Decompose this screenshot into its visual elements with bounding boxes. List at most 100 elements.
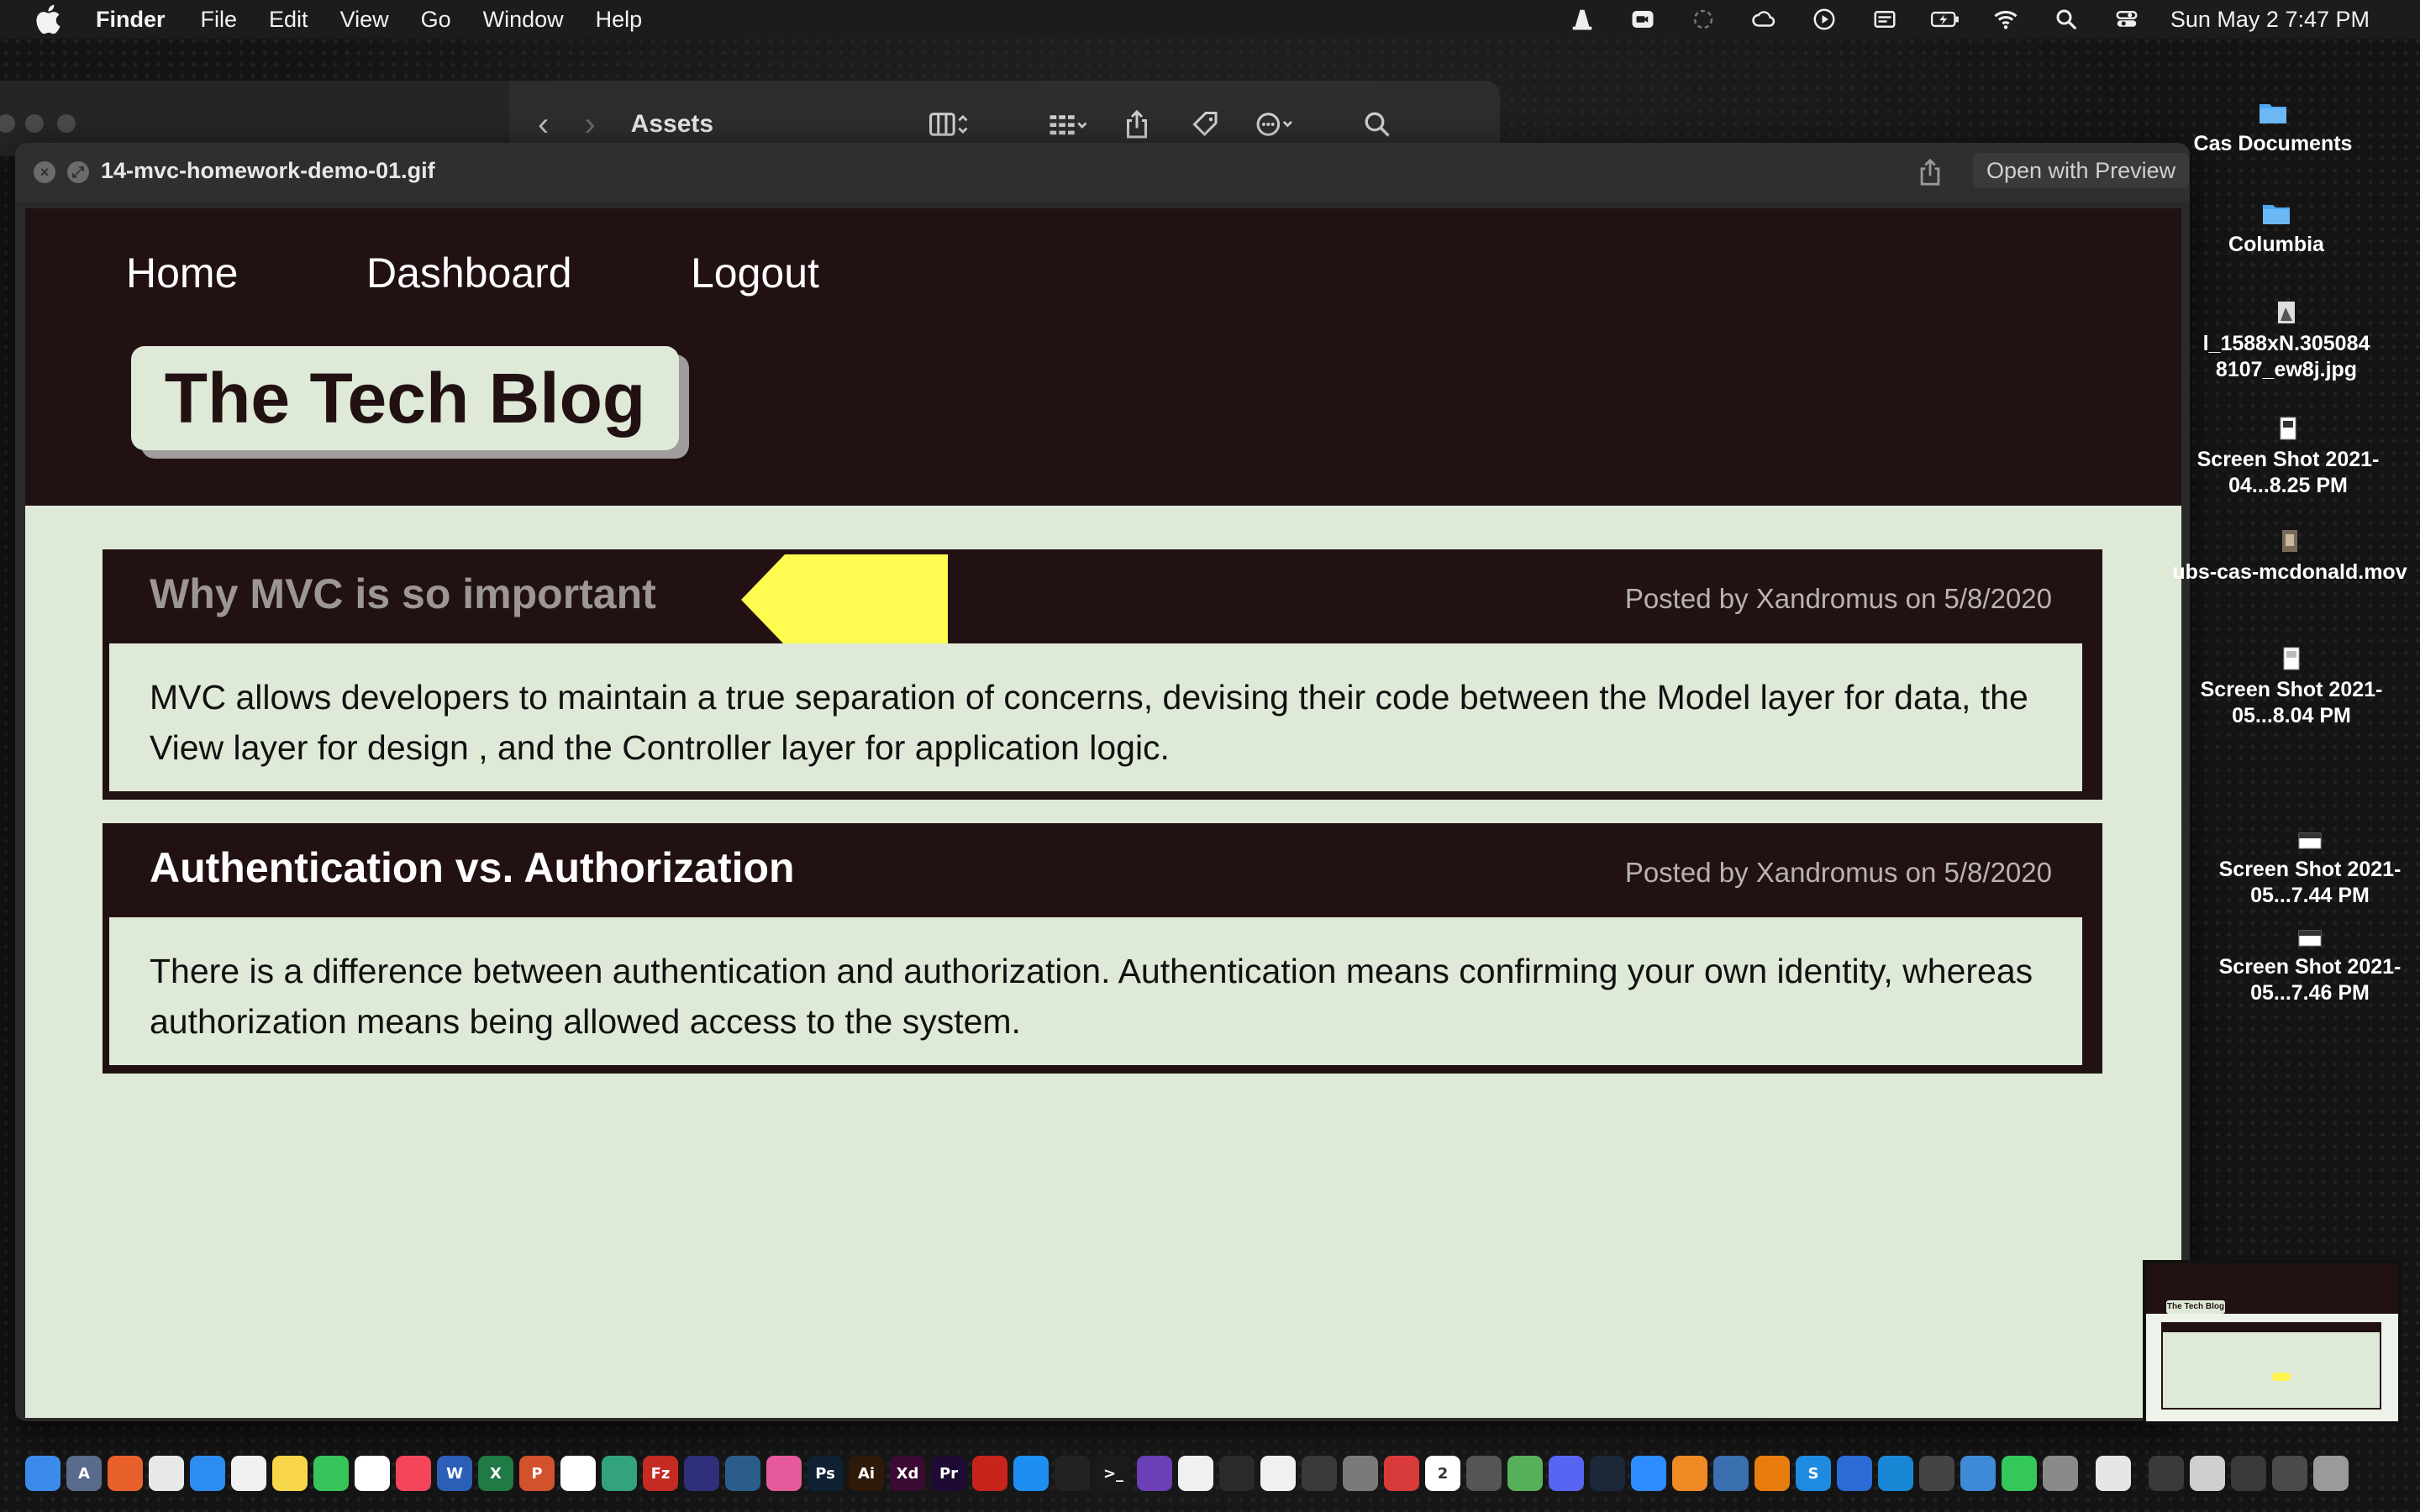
cc-cleaner-icon[interactable] — [1837, 1456, 1872, 1491]
apple-logo-icon[interactable] — [34, 4, 62, 34]
open-with-preview-button[interactable]: Open with Preview — [1973, 153, 2190, 188]
app-store-icon[interactable] — [1013, 1456, 1049, 1491]
trash-icon[interactable] — [2313, 1456, 2349, 1491]
textedit-icon[interactable] — [2096, 1456, 2131, 1491]
desktop-item-screenshot[interactable]: Screen Shot 2021-05...7.46 PM — [2188, 929, 2420, 1006]
menu-go[interactable]: Go — [421, 7, 451, 33]
battery-charging-icon[interactable] — [1928, 7, 1962, 32]
creative-cloud-icon[interactable] — [1747, 7, 1781, 32]
wifi-icon[interactable] — [1989, 7, 2023, 32]
menu-clock[interactable]: Sun May 2 7:47 PM — [2170, 7, 2370, 33]
chrome-icon[interactable] — [149, 1456, 184, 1491]
acrobat-icon[interactable] — [972, 1456, 1007, 1491]
excel-icon[interactable]: X — [478, 1456, 513, 1491]
maps-icon[interactable] — [1507, 1456, 1543, 1491]
recent-window-3-icon[interactable] — [2231, 1456, 2266, 1491]
illustrator-icon[interactable]: Ai — [849, 1456, 884, 1491]
skype-icon[interactable]: S — [1796, 1456, 1831, 1491]
figma-icon[interactable] — [1219, 1456, 1255, 1491]
calendar-icon[interactable]: 2 — [1425, 1456, 1460, 1491]
share-icon[interactable] — [1916, 158, 1944, 186]
news-icon[interactable] — [231, 1456, 266, 1491]
menu-window[interactable]: Window — [483, 7, 564, 33]
fullscreen-icon[interactable]: ⤢ — [67, 161, 89, 183]
column-view-icon[interactable] — [923, 108, 974, 141]
chevron-left-icon[interactable]: ‹ — [538, 106, 549, 144]
control-center-icon[interactable] — [2110, 7, 2144, 32]
more-actions-icon[interactable] — [1249, 108, 1300, 141]
slack-icon[interactable] — [355, 1456, 390, 1491]
creative-cloud-sync-icon[interactable] — [1686, 7, 1720, 32]
discord-icon[interactable] — [1549, 1456, 1584, 1491]
finder-icon[interactable] — [25, 1456, 60, 1491]
desktop-item-columbia[interactable]: Columbia — [2154, 202, 2398, 258]
close-icon[interactable]: × — [34, 161, 55, 183]
recent-window-1-icon[interactable] — [2149, 1456, 2184, 1491]
xd-icon[interactable]: Xd — [890, 1456, 925, 1491]
blender-icon[interactable] — [1754, 1456, 1790, 1491]
screenshot-thumbnail-preview[interactable]: The Tech Blog — [2143, 1260, 2402, 1425]
chatgpt-icon[interactable] — [602, 1456, 637, 1491]
messages-icon[interactable] — [313, 1456, 349, 1491]
vlc-cone-icon[interactable] — [1565, 7, 1599, 32]
menu-view[interactable]: View — [340, 7, 389, 33]
music-icon[interactable] — [396, 1456, 431, 1491]
chevron-right-icon[interactable]: › — [584, 106, 595, 144]
menu-help[interactable]: Help — [596, 7, 643, 33]
desktop-item-screenshot[interactable]: Screen Shot 2021-05...7.44 PM — [2188, 832, 2420, 909]
arc-icon[interactable] — [766, 1456, 802, 1491]
vlc-icon[interactable] — [1672, 1456, 1707, 1491]
desktop-item-cas-documents[interactable]: Cas Documents — [2151, 101, 2395, 157]
terminal-icon[interactable]: >_ — [1096, 1456, 1131, 1491]
preview-icon[interactable] — [2043, 1456, 2078, 1491]
zoom-icon[interactable] — [1631, 1456, 1666, 1491]
recent-window-4-icon[interactable] — [2272, 1456, 2307, 1491]
group-by-icon[interactable] — [1043, 108, 1093, 141]
desktop-item-image[interactable]: l_1588xN.305084 8107_ew8j.jpg — [2165, 301, 2408, 383]
word-icon[interactable]: W — [437, 1456, 472, 1491]
marble-icon[interactable] — [684, 1456, 719, 1491]
tag-icon[interactable] — [1181, 108, 1231, 141]
mysql-workbench-icon[interactable] — [725, 1456, 760, 1491]
desktop-item-video[interactable]: ubs-cas-mcdonald.mov — [2168, 529, 2412, 585]
unity-icon[interactable] — [1260, 1456, 1296, 1491]
firefox-icon[interactable] — [108, 1456, 143, 1491]
spotlight-search-icon[interactable] — [2049, 7, 2083, 32]
safari-icon[interactable] — [190, 1456, 225, 1491]
system-preferences-icon[interactable] — [1343, 1456, 1378, 1491]
search-icon[interactable] — [1352, 108, 1402, 141]
window-zoom-button[interactable] — [57, 114, 76, 133]
photos-icon[interactable] — [1178, 1456, 1213, 1491]
play-circle-icon[interactable] — [1807, 7, 1841, 32]
menu-edit[interactable]: Edit — [269, 7, 308, 33]
nav-logout-link[interactable]: Logout — [691, 249, 819, 297]
powerpoint-icon[interactable]: P — [519, 1456, 555, 1491]
menu-file[interactable]: File — [201, 7, 238, 33]
keyboard-input-icon[interactable] — [1868, 7, 1902, 32]
desktop-folder-icon[interactable] — [1960, 1456, 1996, 1491]
toolbox-icon[interactable] — [1384, 1456, 1419, 1491]
tableau-icon[interactable] — [560, 1456, 596, 1491]
menu-app-finder[interactable]: Finder — [96, 7, 166, 33]
premiere-icon[interactable]: Pr — [931, 1456, 966, 1491]
launchpad-icon[interactable]: A — [66, 1456, 102, 1491]
chess-icon[interactable] — [1302, 1456, 1337, 1491]
photoshop-icon[interactable]: Ps — [808, 1456, 843, 1491]
nav-home-link[interactable]: Home — [126, 249, 238, 297]
window-minimize-button[interactable] — [25, 114, 44, 133]
post-title[interactable]: Why MVC is so important — [150, 570, 656, 618]
video-recorder-icon[interactable] — [1919, 1456, 1954, 1491]
share-icon[interactable] — [1112, 108, 1162, 141]
post-card[interactable]: Why MVC is so important Posted by Xandro… — [103, 549, 2102, 800]
blog-brand[interactable]: The Tech Blog — [131, 346, 679, 450]
visual-studio-icon[interactable] — [1137, 1456, 1172, 1491]
post-card[interactable]: Authentication vs. Authorization Posted … — [103, 823, 2102, 1074]
calculator-icon[interactable] — [1466, 1456, 1502, 1491]
zoom-video-icon[interactable] — [1626, 7, 1660, 32]
desktop-item-screenshot[interactable]: Screen Shot 2021-04...8.25 PM — [2166, 417, 2410, 499]
quicktime-icon[interactable] — [1713, 1456, 1749, 1491]
facetime-icon[interactable] — [2002, 1456, 2037, 1491]
post-title[interactable]: Authentication vs. Authorization — [150, 843, 795, 892]
nav-dashboard-link[interactable]: Dashboard — [366, 249, 572, 297]
activity-monitor-icon[interactable] — [1055, 1456, 1090, 1491]
